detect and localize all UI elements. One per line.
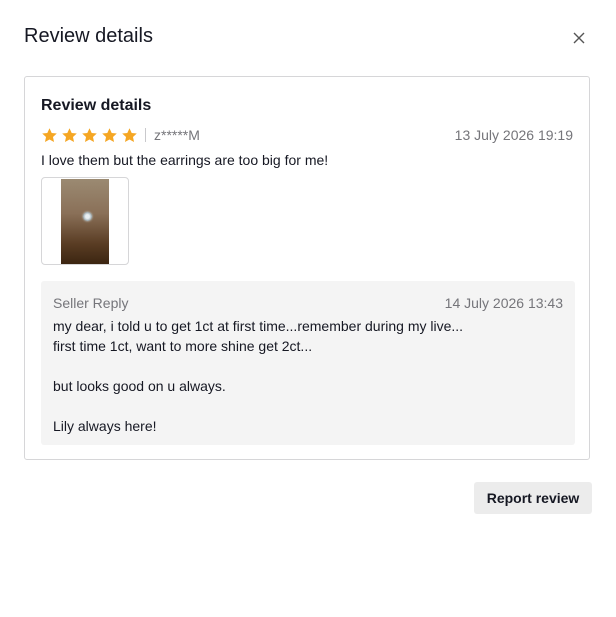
report-review-button[interactable]: Report review: [474, 482, 592, 514]
reply-line: my dear, i told u to get 1ct at first ti…: [53, 318, 464, 334]
close-icon: [573, 32, 585, 44]
seller-reply-label: Seller Reply: [53, 295, 129, 311]
reply-line: but looks good on u always.: [53, 378, 226, 394]
reply-line: [53, 396, 553, 416]
star-icon: [41, 127, 58, 144]
star-icon: [101, 127, 118, 144]
review-date: 13 July 2026 19:19: [454, 127, 573, 143]
close-button[interactable]: [568, 27, 590, 49]
review-photo: [61, 179, 109, 264]
seller-reply-text: my dear, i told u to get 1ct at first ti…: [53, 316, 553, 436]
review-photo-thumbnail[interactable]: [41, 177, 129, 265]
divider: [145, 128, 146, 142]
earring: [83, 212, 92, 221]
review-text: I love them but the earrings are too big…: [41, 152, 329, 168]
review-card: Review details z*****M 13 July 2026 19:1…: [24, 76, 590, 460]
card-title: Review details: [41, 97, 152, 114]
star-icon: [121, 127, 138, 144]
seller-reply: Seller Reply 14 July 2026 13:43 my dear,…: [41, 281, 575, 445]
star-rating: [41, 127, 138, 144]
reviewer-username: z*****M: [154, 127, 200, 143]
star-icon: [61, 127, 78, 144]
modal-title: Review details: [24, 25, 153, 47]
reply-line: Lily always here!: [53, 418, 157, 434]
seller-reply-date: 14 July 2026 13:43: [444, 295, 563, 311]
reply-line: [53, 356, 553, 376]
star-icon: [81, 127, 98, 144]
reply-line: first time 1ct, want to more shine get 2…: [53, 338, 313, 354]
